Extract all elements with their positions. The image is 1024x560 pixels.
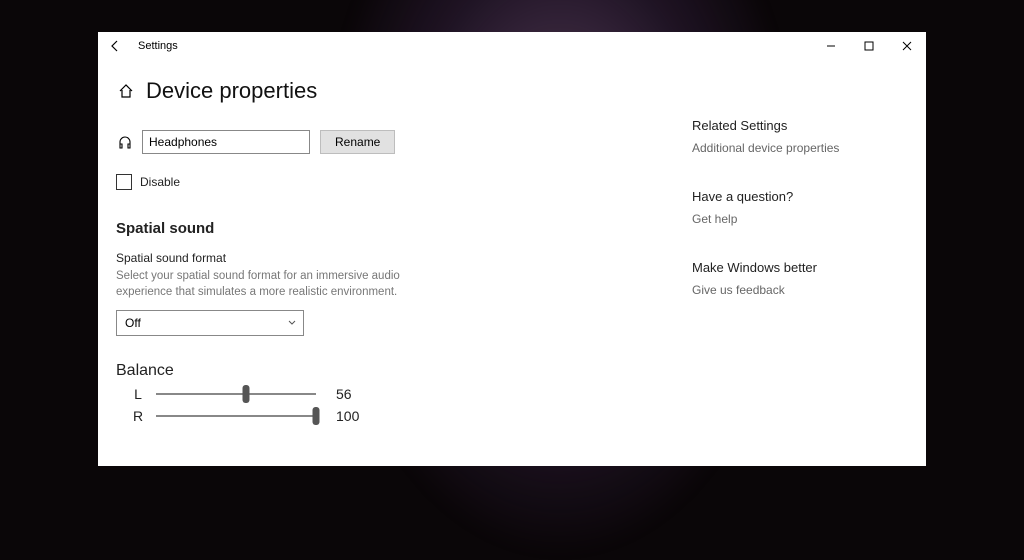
slider-thumb[interactable] (313, 407, 320, 425)
balance-right-slider[interactable] (156, 408, 316, 424)
rename-button[interactable]: Rename (320, 130, 395, 154)
question-heading: Have a question? (692, 189, 892, 204)
disable-label: Disable (140, 175, 180, 189)
page-header: Device properties (116, 78, 652, 104)
main-panel: Device properties Rename Disable Spatial… (116, 78, 652, 424)
question-block: Have a question? Get help (692, 189, 892, 226)
disable-checkbox[interactable] (116, 174, 132, 190)
balance-left-row: L 56 (116, 386, 652, 402)
disable-row: Disable (116, 174, 652, 190)
close-button[interactable] (888, 32, 926, 60)
feedback-heading: Make Windows better (692, 260, 892, 275)
related-settings-heading: Related Settings (692, 118, 892, 133)
window-controls (812, 32, 926, 60)
spatial-sound-heading: Spatial sound (116, 220, 652, 237)
titlebar: Settings (98, 32, 926, 60)
page-title: Device properties (146, 78, 317, 104)
balance-left-slider[interactable] (156, 386, 316, 402)
balance-left-label: L (130, 386, 146, 402)
headphones-icon (116, 133, 134, 151)
spatial-format-select[interactable]: Off (116, 310, 304, 336)
device-name-row: Rename (116, 130, 652, 154)
minimize-button[interactable] (812, 32, 850, 60)
side-panel: Related Settings Additional device prope… (692, 78, 892, 424)
window-title: Settings (138, 40, 178, 52)
chevron-down-icon (287, 316, 297, 330)
back-button[interactable] (106, 37, 124, 55)
device-name-input[interactable] (142, 130, 310, 154)
spatial-format-value: Off (125, 316, 141, 330)
spatial-format-description: Select your spatial sound format for an … (116, 269, 436, 300)
home-icon[interactable] (116, 81, 136, 101)
related-settings-block: Related Settings Additional device prope… (692, 118, 892, 155)
get-help-link[interactable]: Get help (692, 212, 892, 226)
spatial-format-label: Spatial sound format (116, 251, 652, 265)
feedback-block: Make Windows better Give us feedback (692, 260, 892, 297)
balance-left-value: 56 (336, 386, 352, 402)
additional-device-properties-link[interactable]: Additional device properties (692, 141, 892, 155)
settings-window: Settings Device properties (98, 32, 926, 466)
feedback-link[interactable]: Give us feedback (692, 283, 892, 297)
balance-right-label: R (130, 408, 146, 424)
balance-right-value: 100 (336, 408, 359, 424)
maximize-button[interactable] (850, 32, 888, 60)
balance-heading: Balance (116, 362, 652, 380)
content-area: Device properties Rename Disable Spatial… (98, 60, 926, 424)
slider-thumb[interactable] (242, 385, 249, 403)
balance-right-row: R 100 (116, 408, 652, 424)
